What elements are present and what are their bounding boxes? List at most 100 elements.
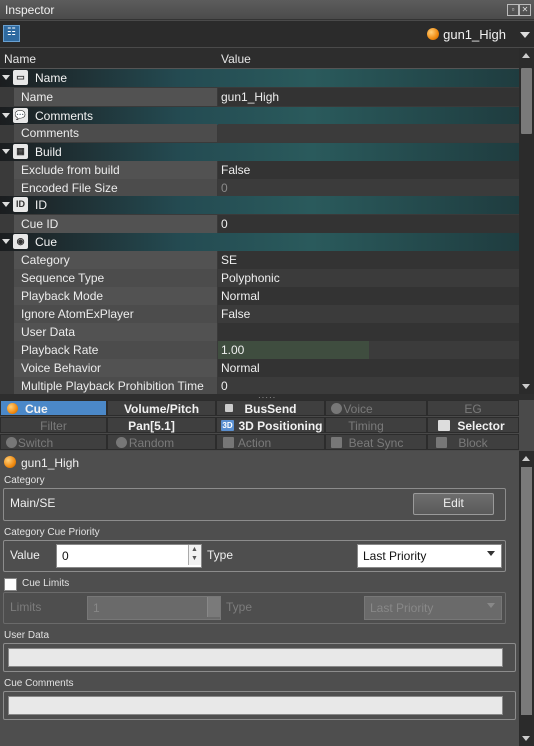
user-data-group [3, 643, 516, 672]
collapse-arrow-icon[interactable] [2, 202, 10, 207]
property-row[interactable]: Ignore AtomExPlayer False [0, 305, 519, 323]
scroll-thumb[interactable] [521, 68, 532, 134]
property-value[interactable]: gun1_High [221, 90, 279, 104]
panel-scrollbar[interactable] [519, 451, 534, 746]
stepper-down-icon[interactable]: ▼ [191, 555, 198, 562]
cue-orb-icon [4, 456, 16, 468]
property-value: 0 [221, 181, 228, 195]
property-row[interactable]: Sequence Type Polyphonic [0, 269, 519, 287]
property-value[interactable]: 0 [221, 379, 228, 393]
collapse-arrow-icon[interactable] [2, 149, 10, 154]
chevron-down-icon[interactable] [487, 603, 495, 608]
property-value[interactable]: 0 [221, 217, 228, 231]
property-row[interactable]: Voice Behavior Normal [0, 359, 519, 377]
section-label: ID [35, 198, 47, 212]
collapse-arrow-icon[interactable] [2, 75, 10, 80]
cue-limits-checkbox[interactable] [4, 578, 17, 591]
tab-switch[interactable]: Switch [0, 434, 107, 450]
section-build[interactable]: ▦ Build [0, 143, 519, 161]
section-comments[interactable]: 💬 Comments [0, 107, 519, 125]
chevron-down-icon[interactable] [520, 32, 530, 38]
tab-selector[interactable]: Selector [427, 417, 519, 433]
property-value[interactable]: False [221, 163, 250, 177]
priority-value-input[interactable]: 0 ▲ ▼ [56, 544, 202, 568]
collapse-arrow-icon[interactable] [2, 113, 10, 118]
cue-orb-icon [427, 28, 439, 40]
property-row[interactable]: Category SE [0, 251, 519, 269]
tab-cue[interactable]: Cue [0, 400, 107, 416]
build-icon: ▦ [13, 144, 28, 159]
tab-label: Action [237, 436, 272, 450]
property-row[interactable]: Playback Mode Normal [0, 287, 519, 305]
tab-3d-positioning[interactable]: 3D 3D Positioning [216, 417, 325, 433]
edit-button[interactable]: Edit [413, 493, 494, 515]
tab-random[interactable]: Random [107, 434, 216, 450]
tab-pan[interactable]: Pan[5.1] [107, 417, 216, 433]
limits-input[interactable]: 1 [87, 596, 221, 620]
property-row[interactable]: User Data [0, 323, 519, 341]
tab-action[interactable]: Action [216, 434, 325, 450]
tab-label: EG [464, 402, 482, 416]
comments-icon: 💬 [13, 108, 28, 123]
property-row[interactable]: Exclude from build False [0, 161, 519, 179]
property-grid: Name Value ▭ Name Name gun1_High 💬 Comme… [0, 48, 534, 394]
column-value-header: Value [221, 52, 251, 66]
tab-block[interactable]: Block [427, 434, 519, 450]
property-value[interactable]: Normal [221, 361, 260, 375]
property-name: Multiple Playback Prohibition Time [21, 379, 204, 393]
property-value[interactable]: SE [221, 253, 237, 267]
priority-type-select[interactable]: Last Priority [357, 544, 502, 568]
scroll-down-icon[interactable] [522, 736, 530, 741]
scroll-up-icon[interactable] [522, 456, 530, 461]
collapse-arrow-icon[interactable] [2, 239, 10, 244]
section-cue[interactable]: ◉ Cue [0, 233, 519, 251]
tab-eg[interactable]: EG [427, 400, 519, 416]
property-row[interactable]: Multiple Playback Prohibition Time 0 [0, 377, 519, 394]
property-name: Sequence Type [21, 271, 105, 285]
value-stepper[interactable]: ▲ ▼ [188, 545, 201, 565]
section-name[interactable]: ▭ Name [0, 69, 519, 87]
grid-scrollbar[interactable] [519, 48, 534, 394]
scroll-down-icon[interactable] [522, 384, 530, 389]
property-name: Playback Rate [21, 343, 99, 357]
limits-label: Limits [10, 600, 42, 614]
cue-comments-input[interactable] [8, 696, 503, 715]
tab-label: Volume/Pitch [123, 402, 200, 416]
tab-beat-sync[interactable]: Beat Sync [325, 434, 427, 450]
category-label: Category [4, 475, 45, 486]
property-value[interactable]: Polyphonic [221, 271, 280, 285]
limits-type-value: Last Priority [370, 601, 434, 615]
cue-orb-icon [7, 403, 18, 414]
limits-type-select[interactable]: Last Priority [364, 596, 502, 620]
property-row[interactable]: Name gun1_High [0, 88, 519, 106]
property-row[interactable]: Cue ID 0 [0, 215, 519, 233]
close-icon[interactable]: ✕ [519, 4, 531, 16]
tab-timing[interactable]: Timing [325, 417, 427, 433]
tab-voice[interactable]: Voice [325, 400, 427, 416]
selected-item-name: gun1_High [443, 27, 506, 42]
tab-filter[interactable]: Filter [0, 417, 107, 433]
property-row[interactable]: Playback Rate 1.00 [0, 341, 519, 359]
tab-volume-pitch[interactable]: Volume/Pitch [107, 400, 216, 416]
property-value[interactable]: Normal [221, 289, 260, 303]
cue-detail-panel: gun1_High Category Main/SE Edit Category… [0, 451, 519, 746]
property-name: Category [21, 253, 70, 267]
cue-name: gun1_High [21, 456, 80, 470]
property-row[interactable]: Comments [0, 124, 519, 142]
scroll-thumb[interactable] [521, 467, 532, 715]
chevron-down-icon[interactable] [487, 551, 495, 556]
property-name: Ignore AtomExPlayer [21, 307, 134, 321]
priority-value-text: 0 [62, 549, 69, 563]
scroll-up-icon[interactable] [522, 53, 530, 58]
property-name: Comments [21, 126, 80, 140]
cue-icon: ◉ [13, 234, 28, 249]
restore-icon[interactable]: ▫ [507, 4, 519, 16]
section-id[interactable]: ID ID [0, 196, 519, 214]
property-value[interactable]: 1.00 [221, 343, 244, 357]
stepper-up-icon[interactable]: ▲ [191, 546, 198, 553]
inspector-header: ☷ gun1_High [0, 21, 534, 47]
property-value[interactable]: False [221, 307, 250, 321]
list-view-icon[interactable]: ☷ [3, 25, 20, 42]
limits-stepper[interactable] [207, 597, 220, 617]
user-data-input[interactable] [8, 648, 503, 667]
